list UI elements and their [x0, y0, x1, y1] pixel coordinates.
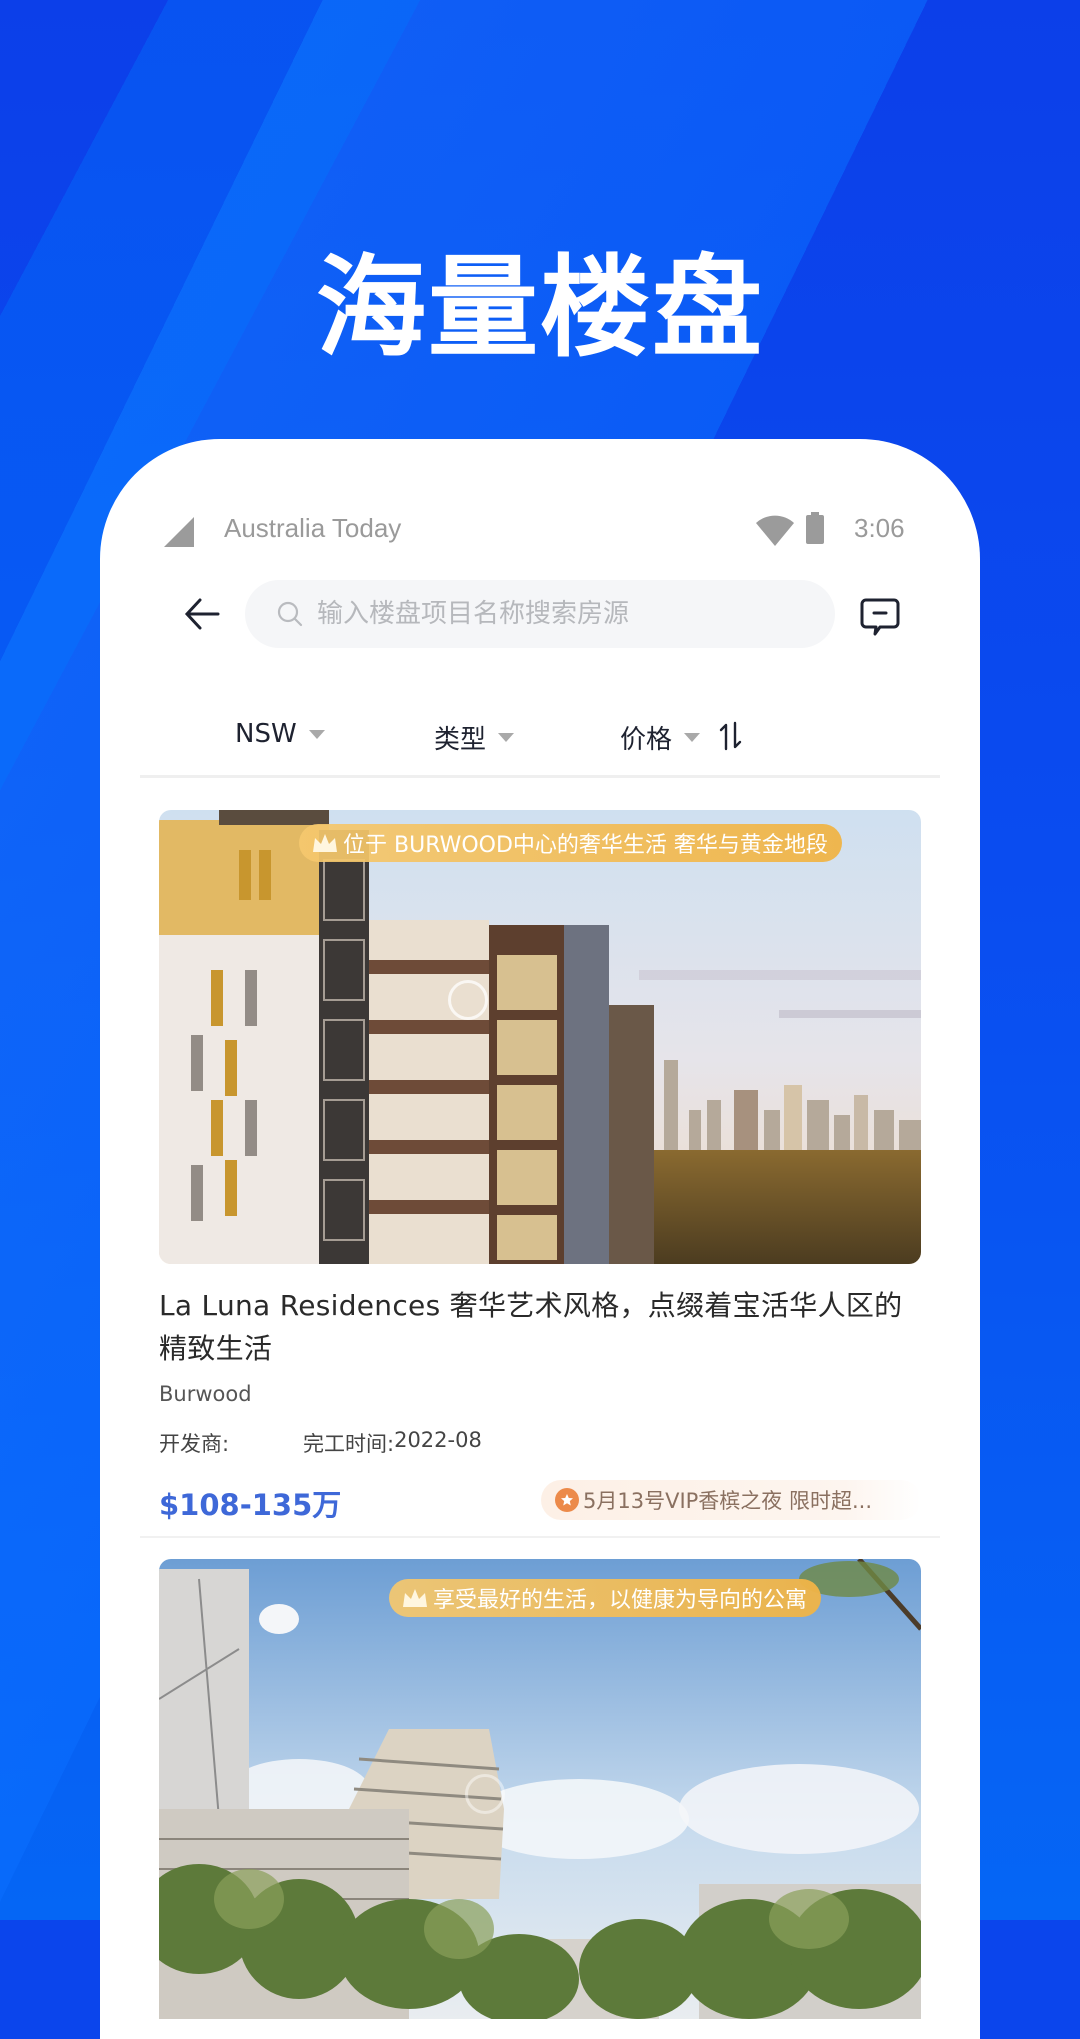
filter-region-label: NSW [235, 719, 297, 749]
listing-tag-text: 享受最好的生活，以健康为导向的公寓 [433, 1588, 808, 1613]
caret-down-icon [498, 733, 515, 742]
carrier-name: Australia Today [224, 513, 402, 543]
filter-price-label: 价格 [620, 725, 673, 755]
play-icon[interactable] [448, 980, 488, 1020]
hero-title: 海量楼盘 [316, 244, 764, 372]
search-bar[interactable] [245, 580, 835, 648]
building-photo [159, 1559, 921, 2019]
crown-icon [313, 834, 337, 852]
listing-image[interactable]: 享受最好的生活，以健康为导向的公寓 [159, 1559, 921, 2019]
chat-bubble-icon [860, 598, 900, 636]
listing-card[interactable]: 位于 BURWOOD中心的奢华生活 奢华与黄金地段 La Luna Reside… [159, 810, 921, 1526]
back-button[interactable] [180, 590, 230, 640]
listing-card[interactable]: 享受最好的生活，以健康为导向的公寓 [159, 1559, 921, 2019]
caret-down-icon [308, 729, 325, 739]
message-button[interactable] [857, 594, 903, 640]
top-bar [100, 580, 980, 650]
wifi-icon [756, 515, 794, 547]
play-icon[interactable] [465, 1774, 505, 1814]
promo-badge[interactable]: 5月13号VIP香槟之夜 限时超... [541, 1480, 921, 1520]
filter-region[interactable]: NSW [235, 719, 325, 749]
completion-label: 完工时间: [303, 1432, 395, 1456]
filter-type-label: 类型 [434, 725, 487, 755]
completion-date: 2022-08 [394, 1428, 482, 1452]
status-bar: Australia Today 3:06 [100, 509, 980, 553]
listing-meta: 开发商: 完工时间: 2022-08 [159, 1428, 921, 1458]
developer-label: 开发商: [159, 1432, 230, 1456]
caret-down-icon [684, 733, 701, 742]
sort-icon [719, 721, 742, 751]
filter-price[interactable]: 价格 [620, 719, 701, 756]
listing-price: $108-135万 [159, 1488, 342, 1522]
status-time: 3:06 [854, 513, 905, 543]
phone-frame: Australia Today 3:06 NSW [100, 439, 980, 2039]
search-icon [277, 601, 303, 627]
listing-tag-text: 位于 BURWOOD中心的奢华生活 奢华与黄金地段 [343, 833, 828, 858]
listing-image[interactable]: 位于 BURWOOD中心的奢华生活 奢华与黄金地段 [159, 810, 921, 1264]
search-input[interactable] [315, 598, 799, 630]
sort-button[interactable] [716, 719, 746, 753]
listing-tag: 位于 BURWOOD中心的奢华生活 奢华与黄金地段 [299, 824, 842, 862]
arrow-left-icon [184, 598, 220, 630]
crown-icon [403, 1589, 427, 1607]
signal-icon [164, 517, 194, 547]
battery-icon [806, 512, 824, 544]
promo-text: 5月13号VIP香槟之夜 限时超... [583, 1489, 873, 1513]
star-badge-icon [555, 1488, 579, 1512]
listing-title[interactable]: La Luna Residences 奢华艺术风格，点缀着宝活华人区的精致生活 [159, 1284, 921, 1370]
price-row: $108-135万 5月13号VIP香槟之夜 限时超... [159, 1480, 921, 1526]
listing-tag: 享受最好的生活，以健康为导向的公寓 [389, 1579, 822, 1617]
filter-type[interactable]: 类型 [434, 719, 515, 756]
filter-bar: NSW 类型 价格 [140, 709, 940, 778]
building-photo [159, 810, 921, 1264]
listing-location: Burwood [159, 1382, 252, 1406]
list-divider [140, 1536, 940, 1538]
